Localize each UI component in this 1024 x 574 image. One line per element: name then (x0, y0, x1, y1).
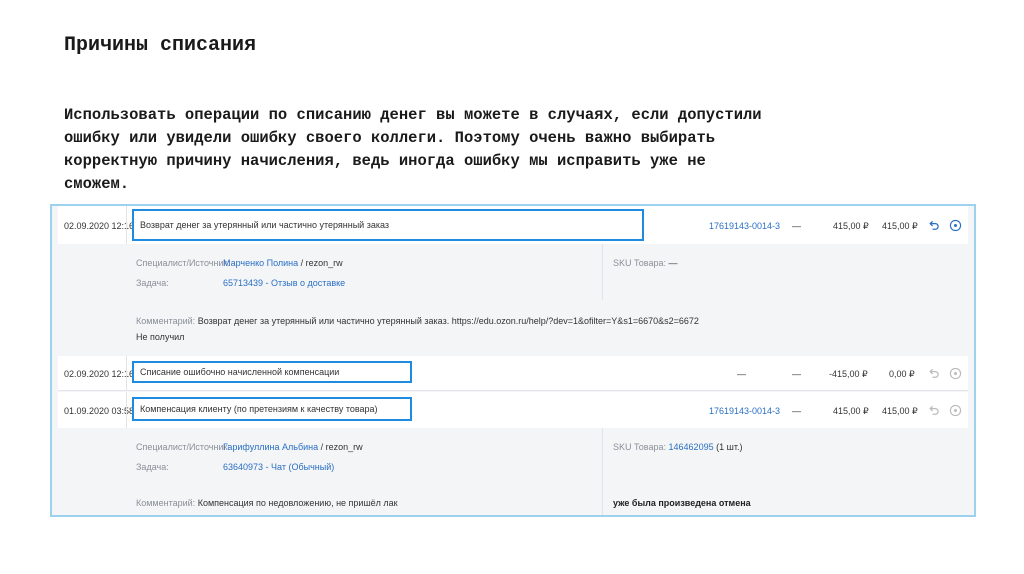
undo-icon[interactable] (927, 219, 940, 232)
table-row: 02.09.2020 12:16 Списание ошибочно начис… (58, 356, 968, 391)
row-dash: — (792, 221, 801, 231)
row-comment: Комментарий: Возврат денег за утерянный … (58, 300, 968, 357)
row-reason: Возврат денег за утерянный или частично … (140, 220, 389, 230)
info-icon[interactable] (949, 219, 962, 232)
specialist-link[interactable]: Марченко Полина (223, 258, 298, 268)
slide-text: Использовать операции по списанию денег … (64, 104, 954, 196)
slide-title: Причины списания (64, 34, 257, 57)
comment-text: Возврат денег за утерянный или частично … (197, 316, 699, 326)
reason-highlight: Компенсация клиенту (по претензиям к кач… (132, 397, 412, 421)
specialist-source: / rezon_rw (298, 258, 343, 268)
specialist-value: Марченко Полина / rezon_rw (223, 258, 343, 268)
row-total: 0,00 ₽ (889, 369, 915, 379)
sku-qty: (1 шт.) (713, 442, 743, 452)
sku-link[interactable]: 146462095 (669, 442, 714, 452)
undo-icon (929, 368, 939, 378)
row-date: 01.09.2020 03:58 (64, 406, 135, 416)
info-icon[interactable] (949, 367, 962, 380)
slide-text-line: ошибку или увидели ошибку своего коллеги… (64, 129, 716, 147)
reason-highlight: Списание ошибочно начисленной компенсаци… (132, 361, 412, 383)
order-link[interactable]: 17619143-0014-3 (709, 221, 780, 231)
table-row: 01.09.2020 03:58 Компенсация клиенту (по… (58, 392, 968, 429)
reason-highlight: Возврат денег за утерянный или частично … (132, 209, 644, 241)
undo-icon (929, 405, 939, 415)
specialist-label: Специалист/Источник: (136, 258, 230, 268)
task-label: Задача: (136, 278, 169, 288)
row-comment: Комментарий: Компенсация по недовложению… (58, 484, 968, 515)
comment-text: Компенсация по недовложению, не пришёл л… (197, 498, 398, 508)
row-reason: Списание ошибочно начисленной компенсаци… (140, 367, 340, 377)
slide-text-line: Использовать операции по списанию денег … (64, 106, 762, 124)
row-details: Специалист/Источник: Гарифуллина Альбина… (58, 428, 968, 485)
slide-text-line: сможем. (64, 175, 130, 193)
table-row: 02.09.2020 12:16 Возврат денег за утерян… (58, 206, 968, 245)
row-dash: — (792, 369, 801, 379)
row-date: 02.09.2020 12:16 (64, 369, 135, 379)
slide-text-line: корректную причину начисления, ведь иног… (64, 152, 706, 170)
comment-line-2: Не получил (136, 332, 185, 342)
comment-label: Комментарий: (136, 498, 196, 508)
row-total: 415,00 ₽ (882, 406, 918, 416)
row-details: Специалист/Источник: Марченко Полина / r… (58, 244, 968, 301)
comment-line: Комментарий: Возврат денег за утерянный … (136, 316, 699, 326)
row-total: 415,00 ₽ (882, 221, 918, 231)
order-link[interactable]: 17619143-0014-3 (709, 406, 780, 416)
specialist-label: Специалист/Источник: (136, 442, 230, 452)
row-reason: Компенсация клиенту (по претензиям к кач… (140, 404, 378, 414)
row-dash: — (792, 406, 801, 416)
transactions-screenshot: 02.09.2020 12:16 Возврат денег за утерян… (50, 204, 976, 517)
sku-field: SKU Товара: — (613, 258, 678, 268)
task-label: Задача: (136, 462, 169, 472)
info-icon[interactable] (949, 404, 962, 417)
task-link[interactable]: 65713439 - Отзыв о доставке (223, 278, 345, 288)
specialist-link[interactable]: Гарифуллина Альбина (223, 442, 318, 452)
row-amount: -415,00 ₽ (829, 369, 868, 379)
comment-label: Комментарий: (136, 316, 196, 326)
status-text: уже была произведена отмена (613, 498, 751, 508)
specialist-value: Гарифуллина Альбина / rezon_rw (223, 442, 363, 452)
row-amount: 415,00 ₽ (833, 406, 869, 416)
specialist-source: / rezon_rw (318, 442, 363, 452)
row-amount: 415,00 ₽ (833, 221, 869, 231)
sku-label: SKU Товара: (613, 258, 667, 268)
sku-field: SKU Товара: 146462095 (1 шт.) (613, 442, 742, 452)
sku-value: — (666, 258, 678, 268)
row-date: 02.09.2020 12:16 (64, 221, 135, 231)
row-order-empty: — (737, 369, 746, 379)
sku-label: SKU Товара: (613, 442, 667, 452)
comment-line: Комментарий: Компенсация по недовложению… (136, 498, 398, 508)
task-link[interactable]: 63640973 - Чат (Обычный) (223, 462, 334, 472)
